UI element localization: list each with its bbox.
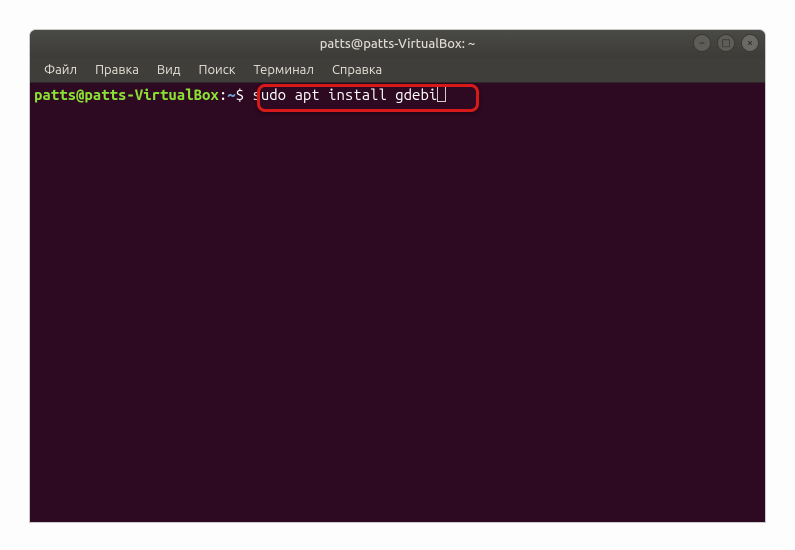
window-controls: – □ × bbox=[693, 34, 759, 52]
menu-file[interactable]: Файл bbox=[36, 61, 85, 79]
titlebar: patts@patts-VirtualBox: ~ – □ × bbox=[30, 30, 765, 58]
terminal-cursor bbox=[437, 85, 446, 102]
menu-search[interactable]: Поиск bbox=[190, 61, 243, 79]
prompt-line: patts@patts-VirtualBox:~$ sudo apt insta… bbox=[34, 86, 446, 103]
menu-edit[interactable]: Правка bbox=[87, 61, 147, 79]
prompt-separator: : bbox=[219, 86, 227, 103]
prompt-user-host: patts@patts-VirtualBox bbox=[34, 86, 219, 103]
terminal-body[interactable]: patts@patts-VirtualBox:~$ sudo apt insta… bbox=[30, 83, 765, 522]
close-icon: × bbox=[747, 38, 753, 48]
window-title: patts@patts-VirtualBox: ~ bbox=[320, 37, 476, 51]
maximize-icon: □ bbox=[721, 38, 730, 48]
menu-help[interactable]: Справка bbox=[324, 61, 390, 79]
prompt-path: ~ bbox=[227, 86, 235, 103]
minimize-icon: – bbox=[700, 38, 705, 48]
minimize-button[interactable]: – bbox=[693, 34, 711, 52]
menu-terminal[interactable]: Терминал bbox=[245, 61, 321, 79]
maximize-button[interactable]: □ bbox=[717, 34, 735, 52]
prompt-symbol: $ bbox=[236, 86, 244, 103]
menubar: Файл Правка Вид Поиск Терминал Справка bbox=[30, 58, 765, 83]
close-button[interactable]: × bbox=[741, 34, 759, 52]
terminal-command-text: sudo apt install gdebi bbox=[252, 86, 437, 103]
menu-view[interactable]: Вид bbox=[149, 61, 189, 79]
terminal-window: patts@patts-VirtualBox: ~ – □ × Файл Пра… bbox=[30, 30, 765, 522]
